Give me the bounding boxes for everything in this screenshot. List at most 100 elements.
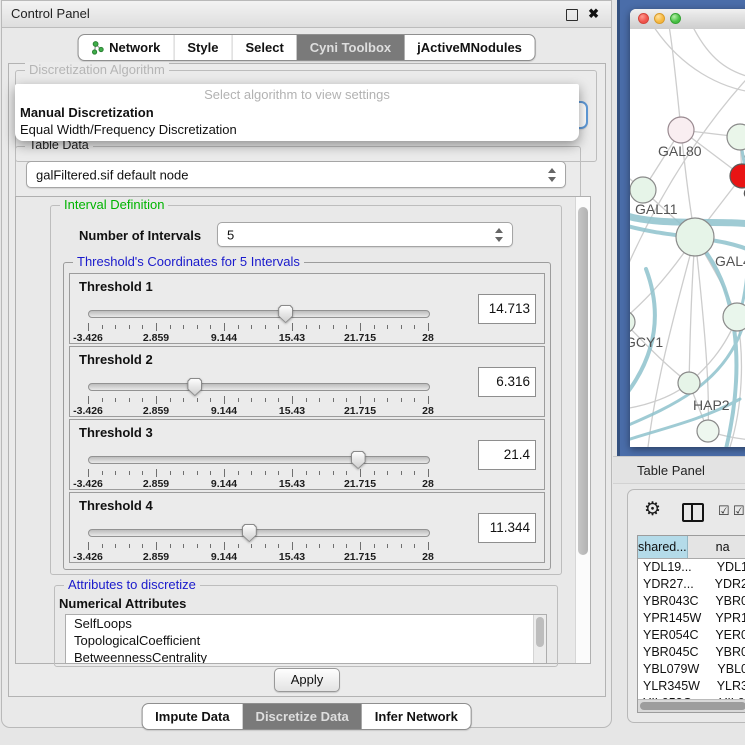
tick-label: 21.715 [344,478,376,490]
cell-shared-name[interactable]: YPR145W [638,610,711,627]
float-icon[interactable] [566,9,578,21]
close-icon[interactable]: ✖ [588,6,599,22]
table-data-combobox[interactable]: galFiltered.sif default node [26,161,566,188]
slider-handle[interactable] [242,524,257,542]
network-node[interactable] [678,372,700,394]
cell-name[interactable]: YBR0 [711,644,745,661]
tab-jactivemnodules[interactable]: jActiveMNodules [404,35,535,60]
column-header-shared-name[interactable]: shared... [638,536,688,558]
cell-shared-name[interactable]: YLR345W [638,678,713,695]
table-horizontal-scrollbar[interactable] [638,699,745,712]
cell-name[interactable]: YDL1 [713,559,745,576]
tick-label: 21.715 [344,405,376,417]
network-node-selected[interactable] [730,164,745,188]
cell-shared-name[interactable]: YDL19... [638,559,713,576]
threshold-4-slider[interactable] [88,529,430,537]
traffic-light-red[interactable] [638,13,649,24]
network-node[interactable] [727,124,745,150]
cell-name[interactable]: YBR0 [711,593,745,610]
cell-name[interactable]: YER0 [711,627,745,644]
traffic-light-green[interactable] [670,13,681,24]
control-panel-titlebar[interactable]: Control Panel ✖ [2,1,611,28]
node-table[interactable]: shared... na YDL19...YDL1YDR27...YDR2YBR… [637,535,745,713]
apply-button[interactable]: Apply [274,668,340,692]
tick-mark [319,325,320,329]
tick-mark [115,471,116,475]
checkbox-icon[interactable]: ☑ [718,503,730,519]
threshold-4-value-field[interactable]: 11.344 [478,513,536,543]
attribute-list-item[interactable]: TopologicalCoefficient [66,632,546,649]
table-row[interactable]: YBR043CYBR0 [638,593,745,610]
scrollbar-thumb[interactable] [578,207,588,555]
threshold-1-value-field[interactable]: 14.713 [478,294,536,324]
tick-label: 28 [422,551,434,563]
table-panel-header[interactable]: Table Panel [613,456,745,484]
table-row[interactable]: YER054CYER0 [638,627,745,644]
tick-mark [265,325,266,329]
tick-mark [306,398,307,402]
cell-name[interactable]: YBL0 [713,661,745,678]
tab-impute-data[interactable]: Impute Data [142,704,242,729]
tab-cyni-toolbox[interactable]: Cyni Toolbox [297,35,404,60]
cell-shared-name[interactable]: YDR27... [638,576,711,593]
network-node[interactable] [723,303,745,331]
threshold-1-slider[interactable] [88,310,430,318]
numerical-attributes-list[interactable]: SelfLoopsTopologicalCoefficientBetweenne… [65,614,547,664]
cell-shared-name[interactable]: YBL079W [638,661,713,678]
network-graph[interactable] [630,29,745,447]
slider-handle[interactable] [278,305,293,323]
table-row[interactable]: YBL079WYBL0 [638,661,745,678]
scrollbar-thumb[interactable] [640,702,745,710]
cell-name[interactable]: YPR1 [711,610,745,627]
table-row[interactable]: YDR27...YDR2 [638,576,745,593]
network-window[interactable]: GAL80GCGAL11GAL4GCY1HHAP2 [630,9,745,447]
cell-name[interactable]: YDR2 [711,576,745,593]
network-node[interactable] [668,117,694,143]
column-header-name[interactable]: na [688,536,745,558]
dropdown-option-equal-width[interactable]: Equal Width/Frequency Discretization [20,122,237,137]
tick-label: -3.426 [73,332,103,344]
table-row[interactable]: YDL19...YDL1 [638,559,745,576]
network-canvas[interactable]: GAL80GCGAL11GAL4GCY1HHAP2 [630,29,745,447]
settings-scrollbar[interactable] [575,197,590,663]
network-window-titlebar[interactable] [630,9,745,30]
tick-mark [265,398,266,402]
slider-handle[interactable] [351,451,366,469]
network-node[interactable] [676,218,714,256]
tick-mark [333,544,334,548]
tab-discretize-data[interactable]: Discretize Data [243,704,362,729]
network-node[interactable] [630,177,656,203]
threshold-3-slider[interactable] [88,456,430,464]
cell-shared-name[interactable]: YBR043C [638,593,711,610]
gear-icon[interactable]: ⚙ [644,498,661,521]
attribute-list-item[interactable]: SelfLoops [66,615,546,632]
table-row[interactable]: YBR045CYBR0 [638,644,745,661]
tab-style[interactable]: Style [173,35,231,60]
tab-network[interactable]: Network [78,35,173,60]
tick-mark [333,325,334,329]
threshold-4-label: Threshold 4 [79,498,153,513]
slider-handle[interactable] [187,378,202,396]
threshold-2-slider[interactable] [88,383,430,391]
cell-shared-name[interactable]: YBR045C [638,644,711,661]
attribute-list-item[interactable]: BetweennessCentrality [66,649,546,664]
dropdown-prompt[interactable]: Select algorithm to view settings [15,87,579,102]
threshold-2-value-field[interactable]: 6.316 [478,367,536,397]
cell-shared-name[interactable]: YER054C [638,627,711,644]
cell-name[interactable]: YLR3 [713,678,745,695]
column-split-icon[interactable] [682,503,704,522]
table-row[interactable]: YLR345WYLR3 [638,678,745,695]
number-of-intervals-combobox[interactable]: 5 [217,222,513,247]
list-scrollbar[interactable] [533,615,546,663]
dropdown-option-manual[interactable]: Manual Discretization [20,105,154,120]
tab-select[interactable]: Select [231,35,296,60]
checkbox-icon[interactable]: ☑ [733,503,745,519]
threshold-3-value-field[interactable]: 21.4 [478,440,536,470]
network-node[interactable] [697,420,719,442]
table-row[interactable]: YPR145WYPR1 [638,610,745,627]
network-node[interactable] [630,311,635,333]
tab-infer-network[interactable]: Infer Network [362,704,471,729]
traffic-light-yellow[interactable] [654,13,665,24]
scrollbar-thumb[interactable] [536,617,544,647]
tick-mark [210,325,211,329]
